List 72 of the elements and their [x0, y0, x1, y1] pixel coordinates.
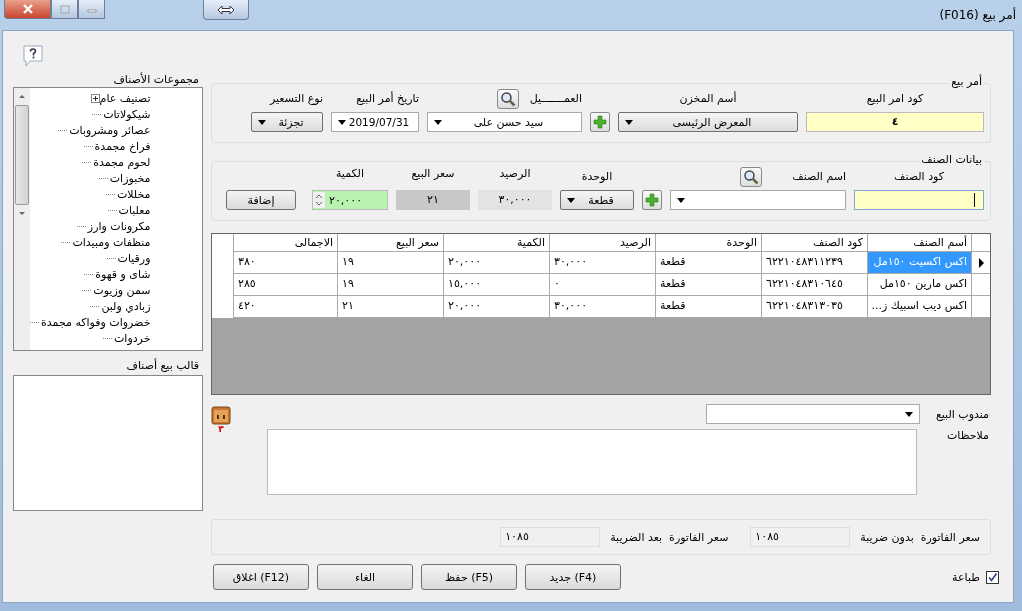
price-field: ٢١	[396, 190, 470, 210]
tree-item[interactable]: مكرونات وارز	[87, 219, 151, 233]
field-label: أسم المخزن	[678, 90, 738, 107]
field-label: سعر البيع	[410, 168, 456, 182]
checkbox-label: طباعة	[952, 570, 980, 584]
action-button[interactable]: جديد (F4)	[525, 564, 621, 590]
tree-item[interactable]: خردوات	[113, 331, 151, 345]
table-cell: ٢٠,٠٠٠	[443, 296, 549, 318]
field-label: ملاحظات	[946, 429, 990, 444]
panel-title: قالب بيع أصناف	[126, 359, 199, 373]
section-title: بيانات الصنف	[919, 153, 984, 166]
table-cell: قطعة	[655, 296, 761, 318]
field-label: كود الصنف	[893, 169, 945, 185]
tree-item[interactable]: تصنيف عام	[99, 91, 151, 105]
tree-item[interactable]: زبادي ولبن	[101, 299, 151, 313]
unit-dropdown[interactable]: قطعة	[560, 190, 634, 210]
attachment-count: ٣	[218, 424, 224, 434]
column-header[interactable]: الوحدة	[655, 234, 761, 252]
date-picker[interactable]: 2019/07/31	[331, 112, 419, 132]
field-label: مندوب البيع	[934, 407, 990, 421]
field-label: تاريخ أمر البيع	[355, 90, 419, 107]
tree-item[interactable]: منظفات ومبيدات	[72, 235, 151, 249]
quantity-spinner[interactable]: ٢٠,٠٠٠	[312, 190, 388, 210]
action-button[interactable]: اغلاق (F12)	[213, 564, 309, 590]
column-header[interactable]: سعر البيع	[337, 234, 443, 252]
tree-item[interactable]: عصائر ومشروبات	[69, 123, 151, 137]
field-label: الوحدة	[580, 169, 614, 185]
table-row[interactable]: اكس ديب اسبيك ز... ٦٢٢١٠٤٨٣١٣٠٣٥ قطعة ٣٠,٠٠٠ ٢٠,٠٠٠ ٢١ ٤٢٠	[212, 296, 990, 318]
tree-item[interactable]: لحوم مجمدة	[93, 155, 151, 169]
field-label: نوع التسعير	[268, 91, 323, 107]
column-header[interactable]: الاجمالى	[233, 234, 337, 252]
add-item-button[interactable]: إضافة	[226, 190, 296, 210]
tree-item[interactable]: شيكولاتات	[103, 107, 151, 121]
tree-item[interactable]: خضروات وفواكه مجمدة	[41, 315, 151, 329]
field-label: سعر الفاتورة بعد الضريبة	[610, 530, 729, 544]
column-header[interactable]: كود الصنف	[761, 234, 867, 252]
order-code-field[interactable]: ٤	[806, 112, 984, 132]
tree-item[interactable]: ورقيات	[117, 251, 151, 265]
tree-item[interactable]: مخبوزات	[109, 171, 151, 185]
field-label: العمـــــــيل	[529, 91, 582, 107]
tree-item[interactable]: معلبات	[118, 203, 151, 217]
action-button[interactable]: الغاء	[317, 564, 413, 590]
balance-field: ٣٠,٠٠٠	[478, 190, 552, 210]
table-cell: ٤٢٠	[233, 296, 337, 318]
field-label: كود امر البيع	[865, 91, 925, 107]
table-cell: ٣٠,٠٠٠	[549, 296, 655, 318]
panel-title: مجموعات الأصناف	[113, 73, 199, 87]
tree-item[interactable]: مخللات	[116, 187, 151, 201]
table-row[interactable]: اكس اكسيت ١٥٠مل ٦٢٢١٠٤٨٣١١٢٣٩ قطعة ٣٠,٠٠٠ ٢٠,٠٠٠ ١٩ ٣٨٠	[212, 252, 990, 274]
tree-item[interactable]: شاى و قهوة	[95, 267, 151, 281]
section-title: أمر بيع	[949, 75, 984, 88]
warehouse-dropdown[interactable]: المعرض الرئيسى	[618, 112, 798, 132]
table-cell: اكس اكسيت ١٥٠مل	[867, 252, 971, 274]
column-header[interactable]: الكمية	[443, 234, 549, 252]
tree-item[interactable]: سمن وزيوت	[93, 283, 151, 297]
field-label: الكمية	[334, 168, 366, 182]
table-cell: اكس ديب اسبيك ز...	[867, 296, 971, 318]
tree-item[interactable]: فراخ مجمدة	[94, 139, 151, 153]
column-header[interactable]: الرصيد	[549, 234, 655, 252]
window-title: (F016) أمر بيع	[939, 8, 1016, 22]
table-row[interactable]: اكس مارين ١٥٠مل ٦٢٢١٠٤٨٣١٠٦٤٥ قطعة ٠ ١٥,٠٠٠ ١٩ ٢٨٥	[212, 274, 990, 296]
field-label: الرصيد	[498, 168, 532, 182]
column-header[interactable]: أسم الصنف	[867, 234, 971, 252]
field-label: سعر الفاتورة بدون ضريبة	[860, 530, 980, 544]
table-cell: ٢١	[337, 296, 443, 318]
action-button[interactable]: حفظ (F5)	[421, 564, 517, 590]
pricing-dropdown[interactable]: تجزئة	[251, 112, 323, 132]
table-cell: ٦٢٢١٠٤٨٣١٣٠٣٥	[761, 296, 867, 318]
total-before-tax-field: ١٠٨٥	[750, 527, 851, 547]
field-label: اسم الصنف	[792, 169, 846, 185]
client-dropdown[interactable]: سيد حسن على	[427, 112, 582, 132]
total-after-tax-field: ١٠٨٥	[500, 527, 601, 547]
